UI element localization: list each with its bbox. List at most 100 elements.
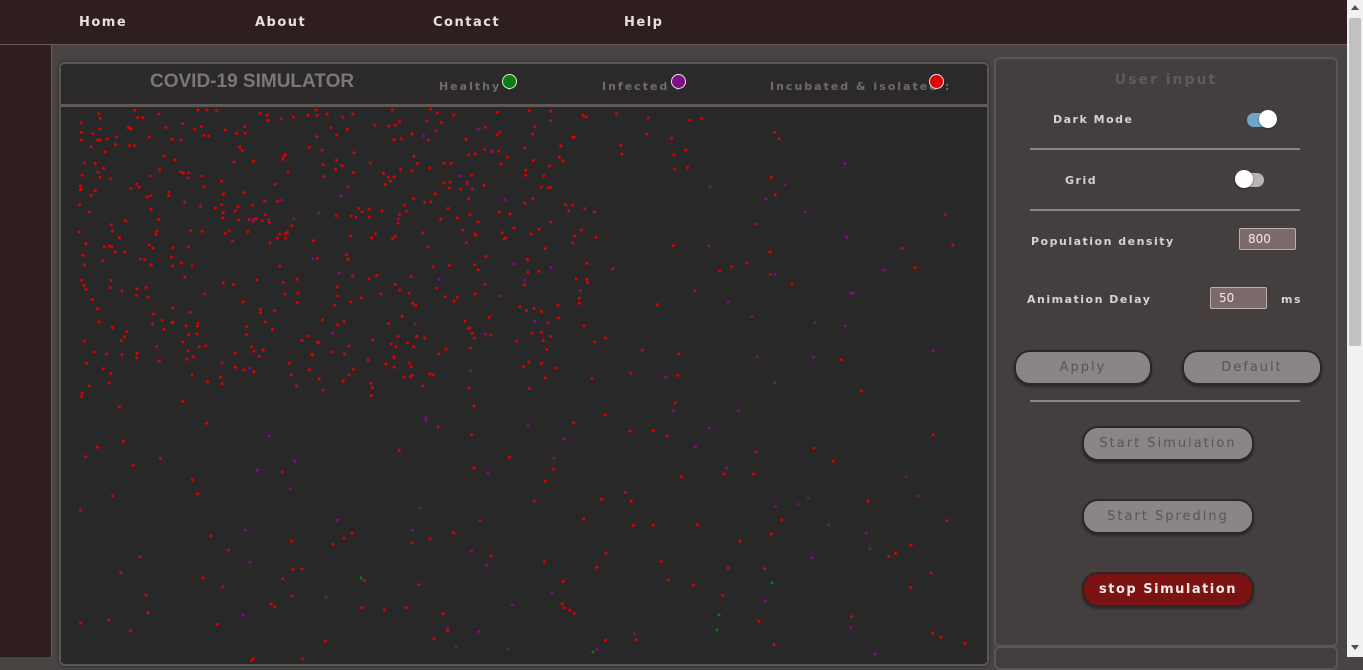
infected-particle <box>827 523 831 527</box>
isolated-particle <box>773 130 777 134</box>
isolated-particle <box>243 131 247 135</box>
nav-link-contact[interactable]: Contact <box>433 15 500 30</box>
isolated-particle <box>98 138 102 142</box>
infected-particle <box>512 262 516 266</box>
isolated-particle <box>769 532 773 536</box>
stop-simulation-button[interactable]: stop Simulation <box>1082 572 1254 607</box>
isolated-particle <box>939 635 943 639</box>
isolated-particle <box>196 324 200 328</box>
scrollbar-thumb[interactable] <box>1349 18 1361 346</box>
infected-particle <box>774 505 778 509</box>
isolated-particle <box>614 112 618 116</box>
isolated-particle <box>489 554 493 558</box>
isolated-particle <box>286 170 290 174</box>
simulation-canvas[interactable] <box>61 107 987 664</box>
isolated-particle <box>464 137 468 141</box>
isolated-particle <box>349 234 353 238</box>
isolated-particle <box>684 148 688 152</box>
isolated-particle <box>560 602 564 606</box>
start-spreading-button[interactable]: Start Spreding <box>1082 499 1254 534</box>
isolated-particle <box>619 144 623 148</box>
isolated-particle <box>110 245 114 249</box>
infected-particle <box>454 645 458 649</box>
isolated-particle <box>308 368 312 372</box>
isolated-particle <box>321 318 324 322</box>
grid-toggle[interactable] <box>1235 170 1264 188</box>
isolated-particle <box>242 368 246 372</box>
isolated-particle <box>148 194 152 198</box>
isolated-particle <box>374 274 378 277</box>
isolated-particle <box>97 320 101 324</box>
isolated-particle <box>495 110 499 114</box>
isolated-particle <box>315 113 319 117</box>
isolated-particle <box>320 148 324 152</box>
isolated-particle <box>186 176 190 180</box>
isolated-particle <box>463 319 467 323</box>
isolated-particle <box>202 134 206 137</box>
isolated-particle <box>96 170 100 174</box>
isolated-particle <box>666 578 670 582</box>
isolated-particle <box>392 175 396 179</box>
isolated-particle <box>276 200 280 203</box>
infected-particle <box>437 277 441 281</box>
isolated-particle <box>93 162 97 165</box>
default-button[interactable]: Default <box>1182 350 1322 385</box>
isolated-particle <box>221 585 225 589</box>
isolated-particle <box>132 144 136 148</box>
isolated-particle <box>500 231 504 235</box>
isolated-particle <box>189 228 193 232</box>
isolated-particle <box>158 168 162 172</box>
isolated-particle <box>558 155 561 159</box>
isolated-particle <box>221 211 225 215</box>
isolated-particle <box>554 366 558 370</box>
infected-particle <box>707 426 711 430</box>
nav-link-about[interactable]: About <box>255 15 306 30</box>
isolated-particle <box>109 372 113 375</box>
scroll-up-icon[interactable] <box>1351 5 1359 10</box>
isolated-particle <box>518 305 522 309</box>
nav-link-home[interactable]: Home <box>79 15 127 30</box>
isolated-particle <box>266 118 270 122</box>
isolated-particle <box>404 606 408 610</box>
isolated-particle <box>523 146 526 150</box>
isolated-particle <box>146 295 150 299</box>
isolated-particle <box>118 236 121 240</box>
isolated-particle <box>127 144 131 147</box>
infected-particle <box>510 603 514 607</box>
isolated-particle <box>567 209 571 213</box>
nav-link-help[interactable]: Help <box>624 15 663 30</box>
isolated-particle <box>209 534 213 538</box>
isolated-particle <box>382 172 385 175</box>
infected-particle <box>477 630 480 633</box>
population-density-input[interactable]: 800 <box>1239 228 1296 250</box>
apply-button[interactable]: Apply <box>1014 350 1152 385</box>
infected-particle <box>708 185 712 189</box>
animation-delay-input[interactable]: 50 <box>1210 287 1267 309</box>
isolated-particle <box>839 358 843 362</box>
isolated-particle <box>543 247 547 251</box>
infected-particle <box>459 174 462 178</box>
isolated-particle <box>287 361 291 365</box>
isolated-particle <box>671 244 675 248</box>
dark-mode-toggle[interactable] <box>1247 110 1277 128</box>
isolated-particle <box>334 214 338 218</box>
isolated-particle <box>251 203 254 207</box>
isolated-particle <box>470 433 474 437</box>
isolated-particle <box>196 108 200 112</box>
isolated-particle <box>149 263 153 267</box>
page-scrollbar[interactable] <box>1347 0 1363 657</box>
infected-particle <box>469 369 473 373</box>
scroll-down-icon[interactable] <box>1351 645 1359 650</box>
isolated-particle <box>409 365 413 369</box>
infected-particle <box>773 273 777 277</box>
isolated-particle <box>251 656 255 660</box>
isolated-particle <box>346 257 350 261</box>
isolated-particle <box>96 138 100 142</box>
isolated-particle <box>452 531 455 535</box>
isolated-particle <box>456 295 459 299</box>
isolated-particle <box>472 336 476 340</box>
infected-particle <box>486 471 490 475</box>
infected-particle <box>324 595 328 599</box>
isolated-particle <box>214 108 218 112</box>
start-simulation-button[interactable]: Start Simulation <box>1082 426 1254 461</box>
